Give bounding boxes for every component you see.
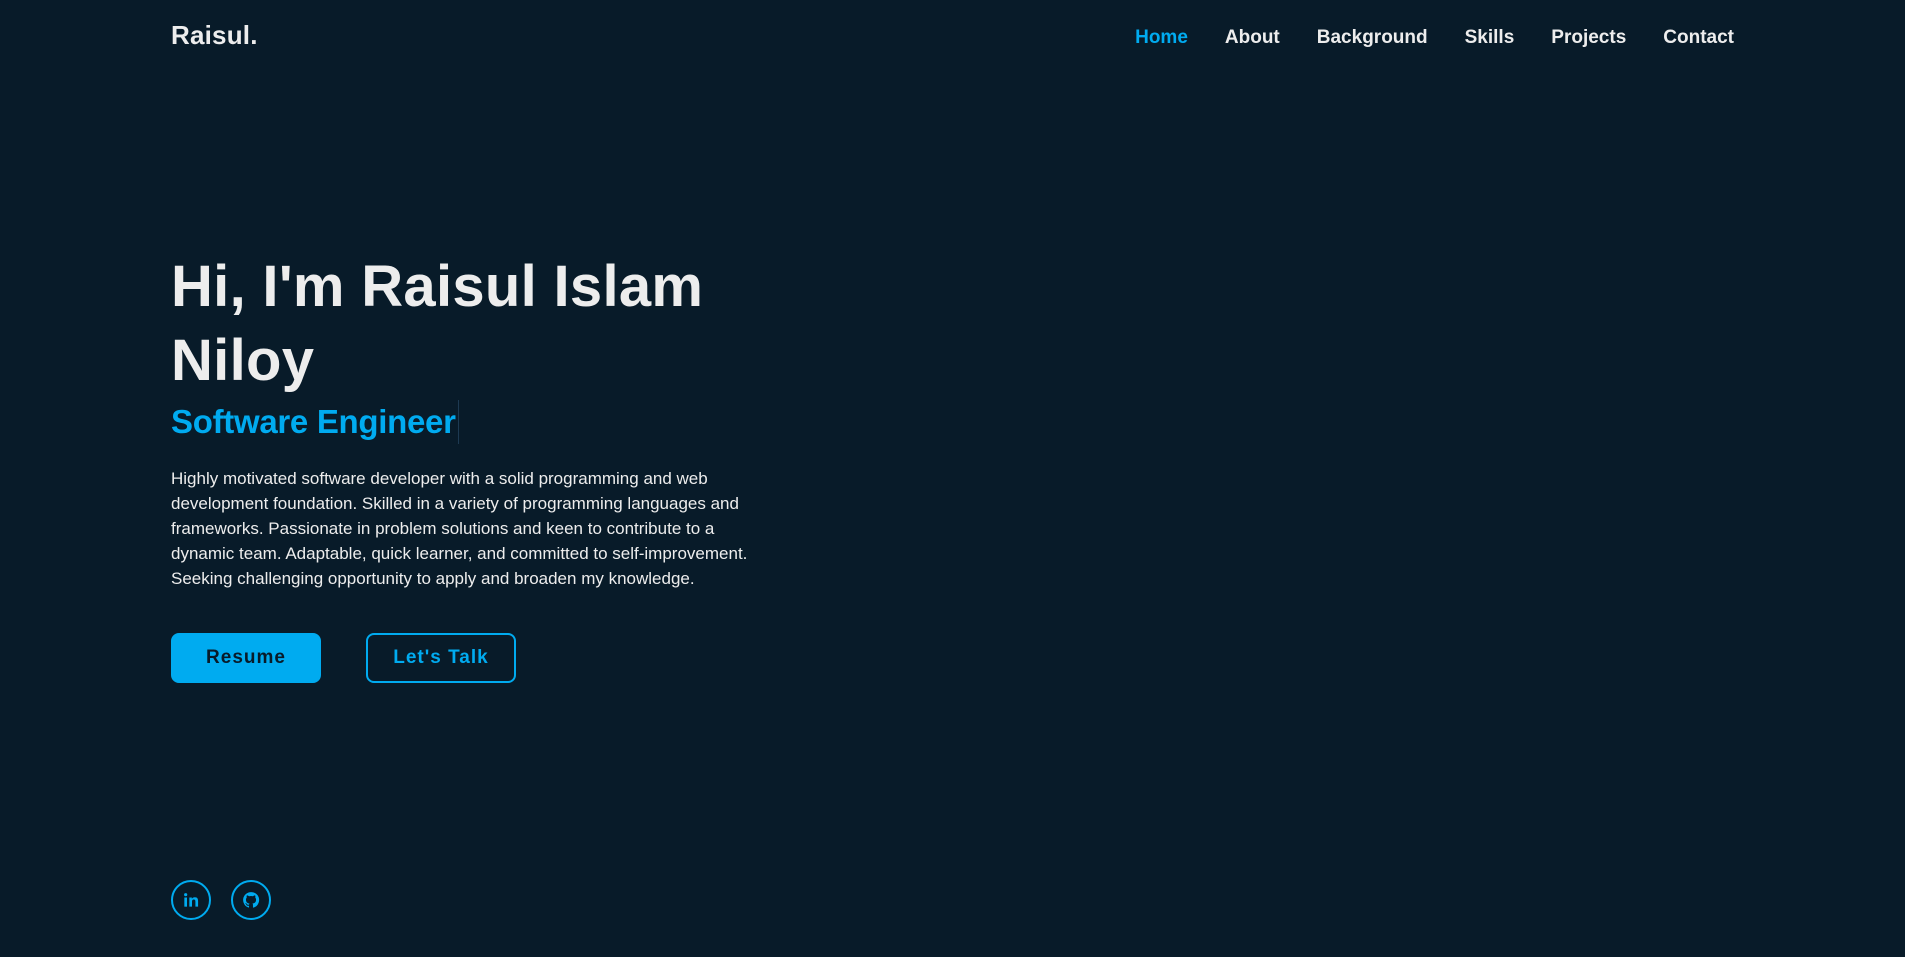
linkedin-icon [184, 893, 199, 907]
nav-contact[interactable]: Contact [1663, 25, 1734, 51]
logo[interactable]: Raisul. [171, 20, 258, 51]
hero-title: Hi, I'm Raisul Islam Niloy [171, 254, 704, 393]
linkedin-link[interactable] [171, 880, 211, 920]
site-header: Raisul. Home About Background Skills Pro… [0, 0, 1905, 76]
hero-buttons: Resume Let's Talk [171, 633, 791, 683]
hero-description: Highly motivated software developer with… [171, 469, 748, 588]
nav-skills[interactable]: Skills [1465, 25, 1515, 51]
github-icon [243, 892, 260, 908]
nav-about[interactable]: About [1225, 25, 1280, 51]
resume-button[interactable]: Resume [171, 633, 321, 683]
hero-subtitle: Software Engineer [171, 400, 459, 444]
main-nav: Home About Background Skills Projects Co… [1135, 25, 1734, 51]
hero-section: Hi, I'm Raisul Islam Niloy Software Engi… [171, 250, 791, 683]
nav-background[interactable]: Background [1317, 25, 1428, 51]
lets-talk-button[interactable]: Let's Talk [366, 633, 516, 683]
github-link[interactable] [231, 880, 271, 920]
nav-projects[interactable]: Projects [1551, 25, 1626, 51]
social-links [171, 880, 271, 920]
nav-home[interactable]: Home [1135, 25, 1188, 51]
